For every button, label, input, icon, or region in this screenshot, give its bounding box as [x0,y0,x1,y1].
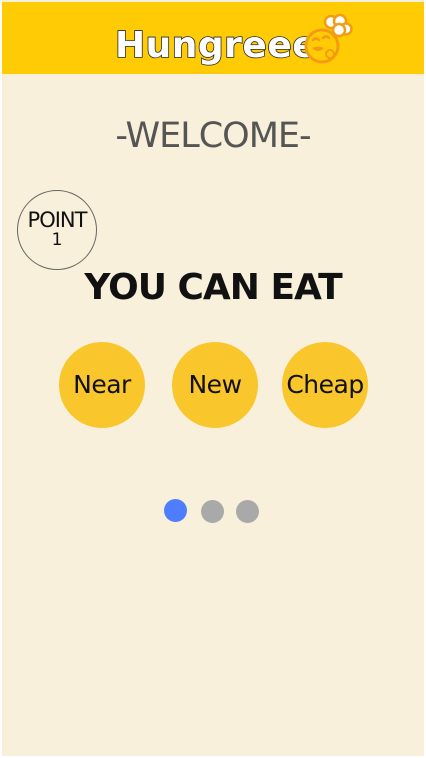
app-logo-text: Hungreee [114,25,318,67]
you-can-eat-heading: YOU CAN EAT [84,267,342,308]
page-indicator [164,499,264,523]
app-screen: Hungreee -WELCOME- POINT 1 YOU CAN EAT N… [2,0,424,756]
point-badge: POINT 1 [17,190,97,270]
welcome-title: -WELCOME- [115,116,311,156]
page-dot-1-active[interactable] [164,499,187,522]
page-dot-2[interactable] [201,500,224,523]
page-dot-3[interactable] [236,500,259,523]
near-filter-button[interactable]: Near [59,342,145,428]
point-label: POINT [27,208,88,232]
new-filter-button[interactable]: New [172,342,258,428]
chef-chick-icon [304,13,353,64]
cheap-filter-button[interactable]: Cheap [282,342,368,428]
app-header: Hungreee [2,2,424,74]
point-value: 1 [51,230,63,250]
